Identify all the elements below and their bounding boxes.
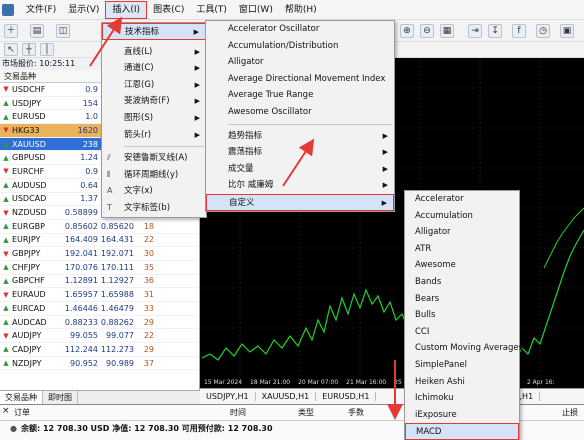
arrow-to-custom (282, 138, 315, 187)
annotation-overlay (89, 16, 403, 420)
arrow-to-insert (89, 16, 123, 67)
